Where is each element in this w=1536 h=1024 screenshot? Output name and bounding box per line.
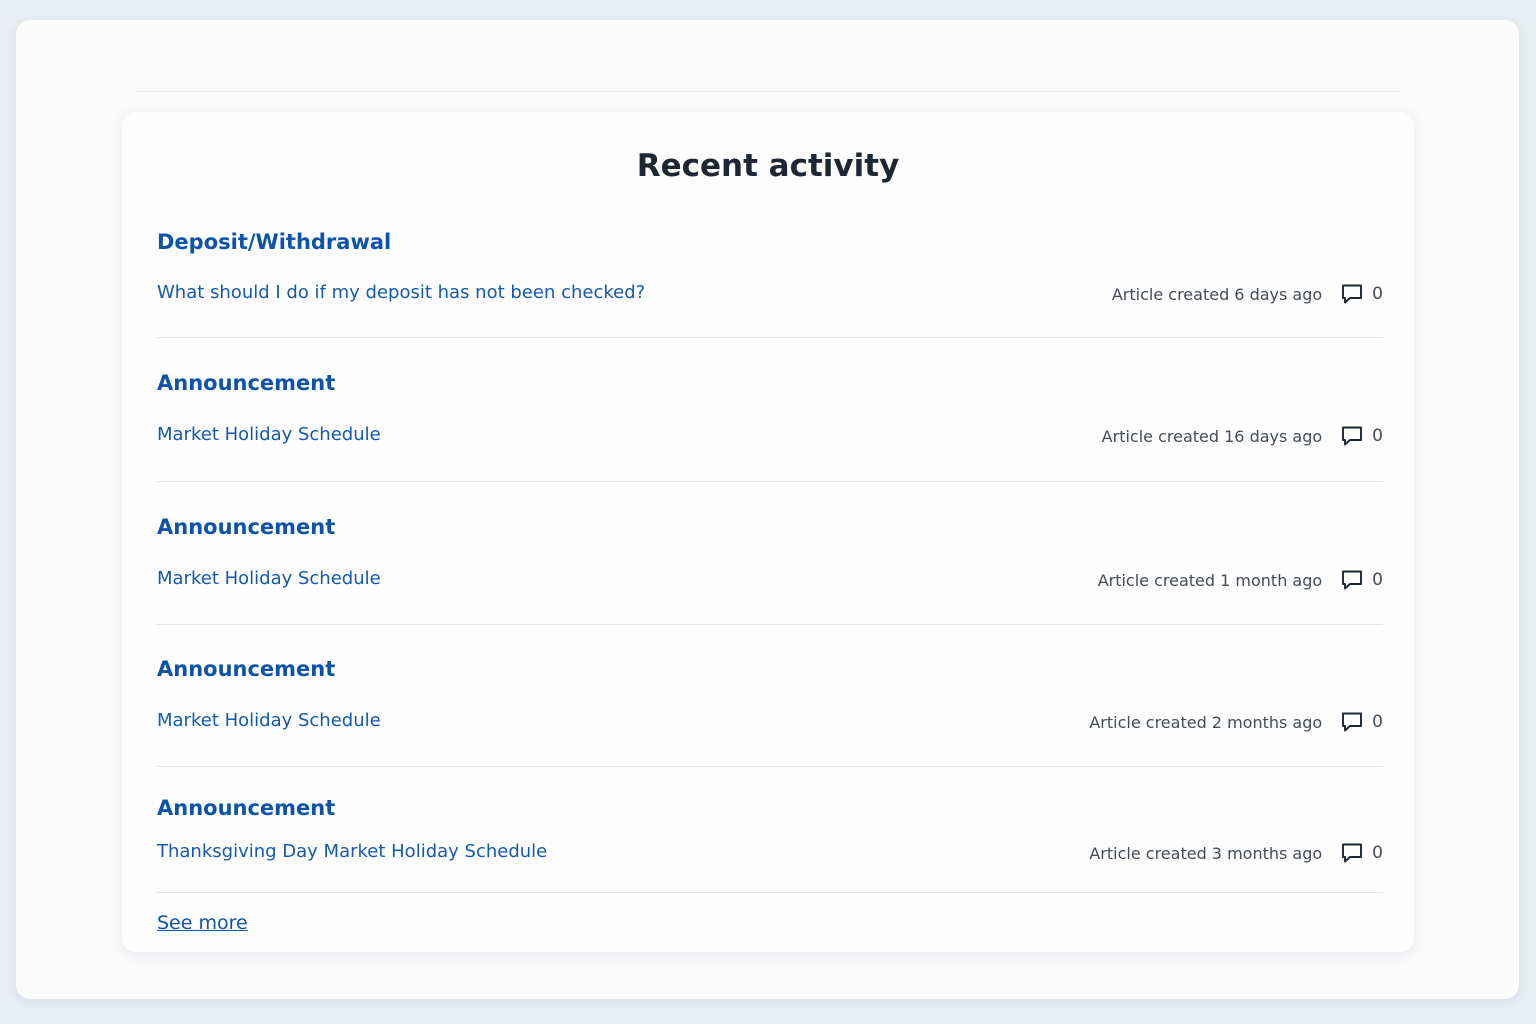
comment-count-link[interactable]: 0 — [1340, 282, 1383, 306]
comment-icon — [1340, 282, 1364, 306]
list-item: Deposit/Withdrawal What should I do if m… — [157, 230, 1383, 310]
item-divider — [157, 481, 1383, 482]
article-created-text: Article created 3 months ago — [1089, 843, 1323, 863]
article-created-text: Article created 2 months ago — [1089, 712, 1323, 732]
comment-icon — [1340, 568, 1364, 592]
article-created-text: Article created 1 month ago — [1097, 570, 1323, 590]
comment-count: 0 — [1372, 284, 1383, 304]
comment-count-link[interactable]: 0 — [1340, 710, 1383, 734]
section-link[interactable]: Announcement — [157, 515, 335, 539]
page-title: Recent activity — [636, 148, 900, 184]
list-item: Announcement Thanksgiving Day Market Hol… — [157, 796, 1383, 876]
comment-count-link[interactable]: 0 — [1340, 568, 1383, 592]
article-link[interactable]: Market Holiday Schedule — [157, 710, 381, 731]
article-meta: Article created 16 days ago 0 — [1102, 424, 1383, 448]
list-item: Announcement Market Holiday Schedule Art… — [157, 657, 1383, 737]
comment-icon — [1340, 841, 1364, 865]
item-divider — [157, 337, 1383, 338]
top-divider — [136, 91, 1401, 92]
article-meta: Article created 1 month ago 0 — [1098, 568, 1383, 592]
article-meta: Article created 2 months ago 0 — [1089, 710, 1383, 734]
see-more-link[interactable]: See more — [157, 912, 248, 934]
article-meta: Article created 3 months ago 0 — [1089, 841, 1383, 865]
item-divider — [157, 766, 1383, 767]
list-item: Announcement Market Holiday Schedule Art… — [157, 371, 1383, 451]
section-link[interactable]: Announcement — [157, 796, 335, 820]
comment-count-link[interactable]: 0 — [1340, 424, 1383, 448]
section-link[interactable]: Deposit/Withdrawal — [157, 230, 391, 254]
comment-count-link[interactable]: 0 — [1340, 841, 1383, 865]
comment-icon — [1340, 424, 1364, 448]
list-item: Announcement Market Holiday Schedule Art… — [157, 515, 1383, 595]
recent-activity-card: Recent activity Deposit/Withdrawal What … — [122, 112, 1414, 952]
article-link[interactable]: Thanksgiving Day Market Holiday Schedule — [157, 841, 547, 862]
comment-count: 0 — [1372, 426, 1383, 446]
item-divider — [157, 892, 1383, 893]
article-link[interactable]: Market Holiday Schedule — [157, 424, 381, 445]
article-created-text: Article created 16 days ago — [1101, 426, 1323, 446]
comment-count: 0 — [1372, 843, 1383, 863]
article-link[interactable]: What should I do if my deposit has not b… — [157, 282, 645, 303]
article-link[interactable]: Market Holiday Schedule — [157, 568, 381, 589]
section-link[interactable]: Announcement — [157, 371, 335, 395]
comment-count: 0 — [1372, 712, 1383, 732]
item-divider — [157, 624, 1383, 625]
comment-icon — [1340, 710, 1364, 734]
article-created-text: Article created 6 days ago — [1111, 284, 1323, 304]
page-container: Recent activity Deposit/Withdrawal What … — [16, 20, 1519, 999]
section-link[interactable]: Announcement — [157, 657, 335, 681]
comment-count: 0 — [1372, 570, 1383, 590]
article-meta: Article created 6 days ago 0 — [1112, 282, 1383, 306]
